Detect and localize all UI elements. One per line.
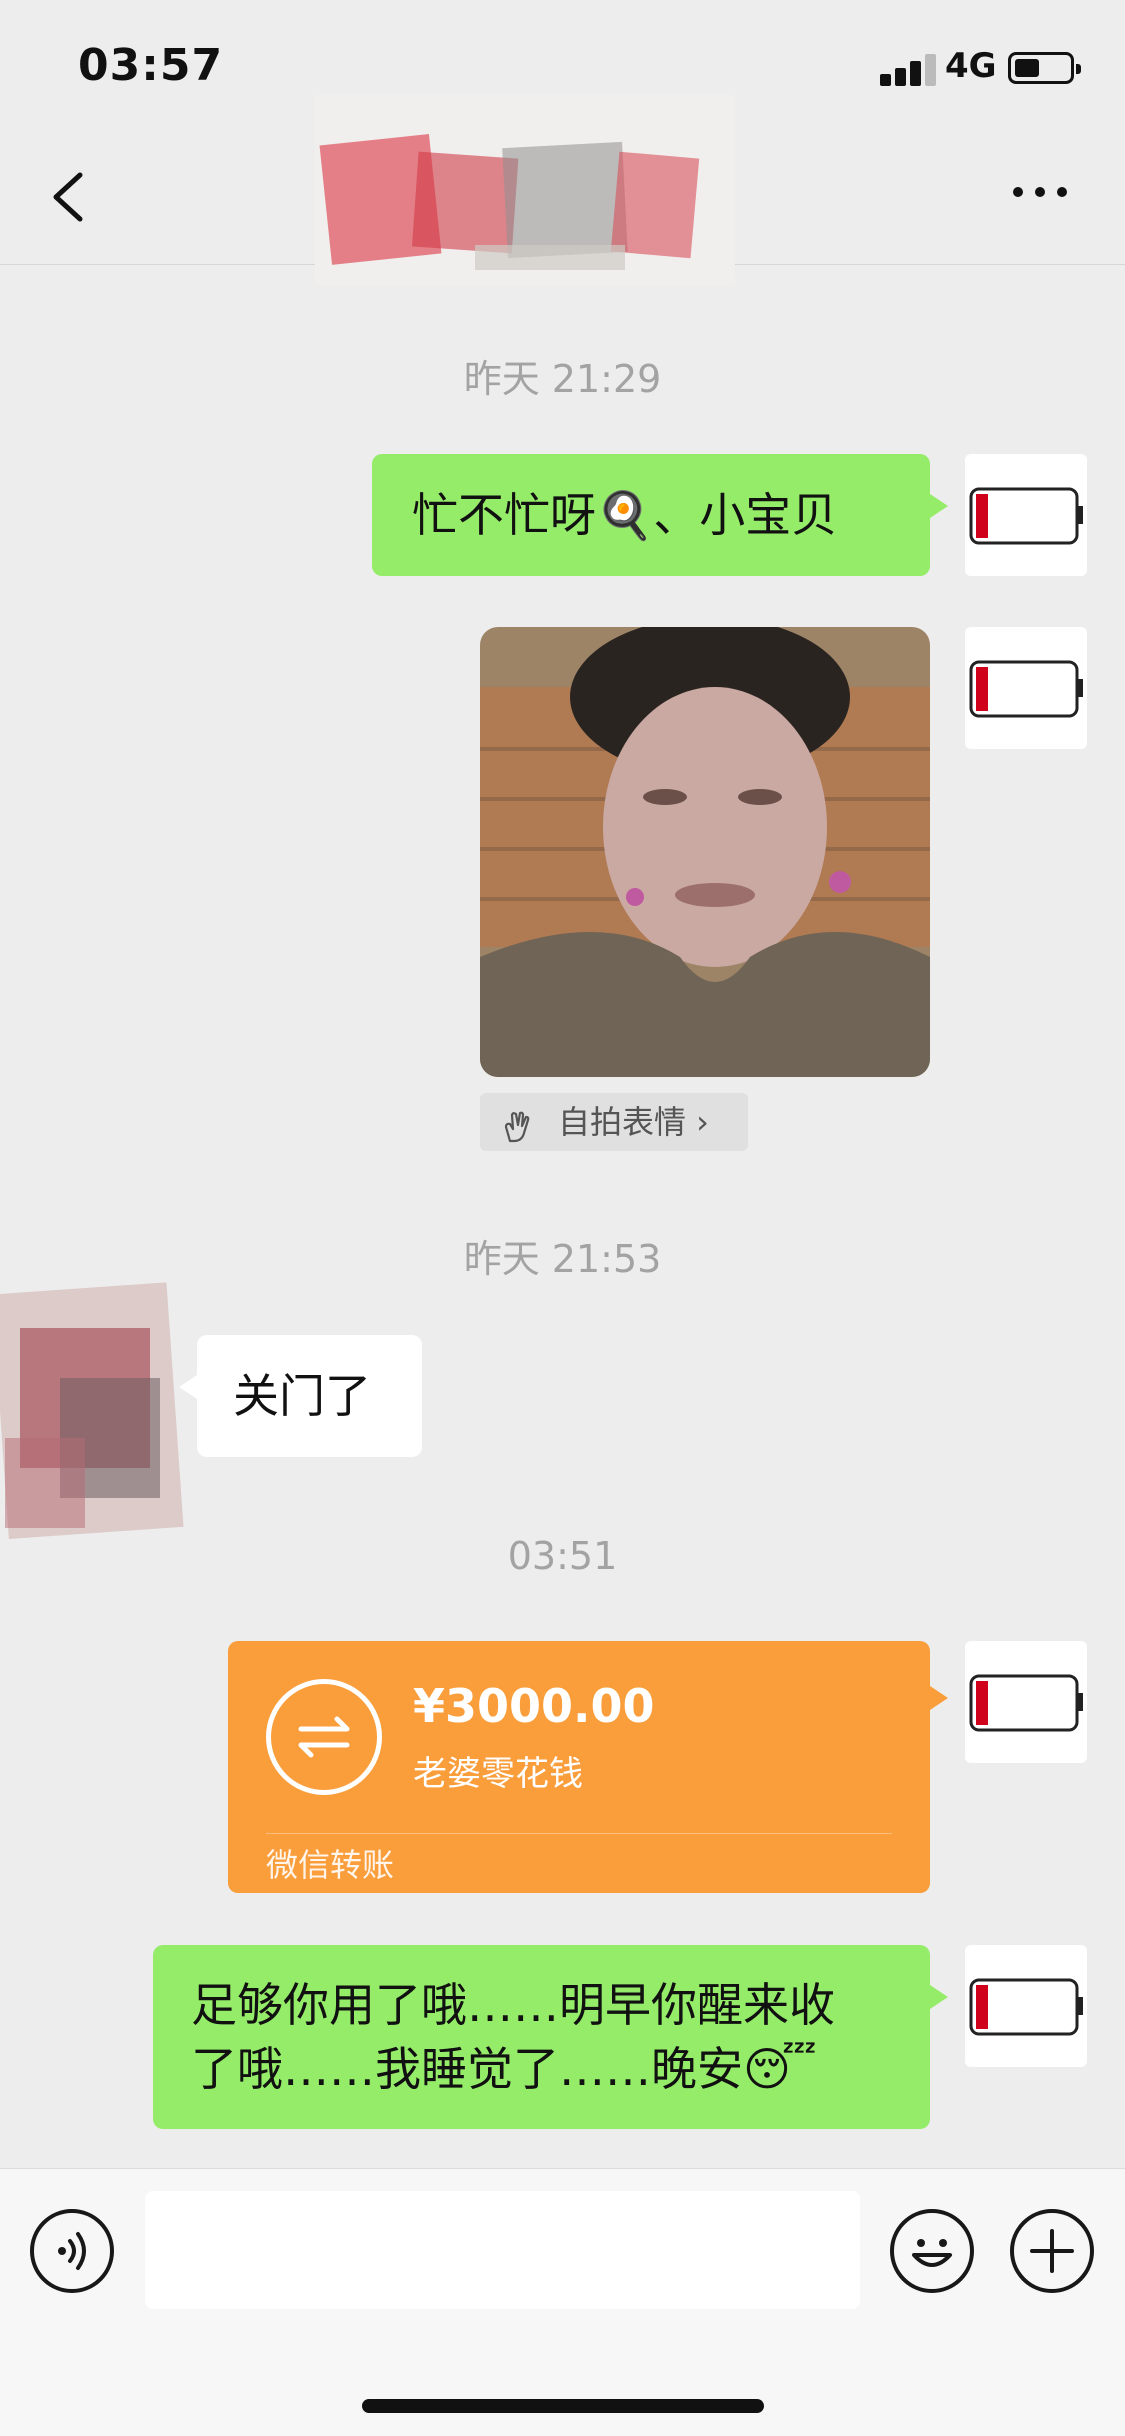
signal-icon [880, 52, 936, 86]
sent-message-bubble[interactable]: 足够你用了哦……明早你醒来收 了哦……我睡觉了……晚安😴 [153, 1945, 948, 2129]
transfer-amount: ¥3000.00 [413, 1679, 655, 1733]
chevron-left-icon[interactable] [42, 167, 102, 227]
message-input[interactable] [145, 2191, 860, 2309]
my-avatar[interactable] [965, 1945, 1087, 2067]
battery-icon [1008, 52, 1081, 84]
home-indicator[interactable] [362, 2399, 764, 2413]
selfie-sticker-image[interactable] [480, 627, 930, 1077]
chat-header [0, 95, 1125, 285]
network-label: 4G [945, 46, 997, 86]
input-bar [0, 2168, 1125, 2436]
more-dots-icon[interactable] [1010, 177, 1070, 207]
contact-avatar-redacted[interactable] [0, 1268, 190, 1558]
voice-icon[interactable] [30, 2209, 114, 2293]
emoji-icon[interactable] [890, 2209, 974, 2293]
my-avatar[interactable] [965, 454, 1087, 576]
message-line: 了哦……我睡觉了……晚安😴 [191, 2042, 817, 2096]
sent-message-bubble[interactable]: 忙不忙呀🍳、小宝贝 [372, 454, 948, 576]
contact-name-redacted [315, 95, 735, 285]
my-avatar[interactable] [965, 627, 1087, 749]
divider [266, 1833, 892, 1834]
message-line: 足够你用了哦……明早你醒来收 [191, 1978, 835, 2032]
my-avatar[interactable] [965, 1641, 1087, 1763]
transfer-note: 老婆零花钱 [413, 1754, 583, 1794]
plus-icon[interactable] [1010, 2209, 1094, 2293]
selfie-sticker-link[interactable]: 自拍表情 › [480, 1093, 748, 1151]
hand-icon [500, 1105, 536, 1143]
status-time: 03:57 [78, 40, 224, 91]
message-timestamp: 昨天 21:29 [463, 357, 662, 401]
transfer-icon [266, 1679, 382, 1795]
wechat-transfer-card[interactable]: ¥3000.00 老婆零花钱 微信转账 [228, 1641, 948, 1893]
selfie-tag-label: 自拍表情 › [558, 1103, 709, 1141]
transfer-brand: 微信转账 [266, 1846, 395, 1884]
message-timestamp: 03:51 [507, 1534, 618, 1578]
received-message-bubble[interactable]: 关门了 [179, 1335, 422, 1457]
